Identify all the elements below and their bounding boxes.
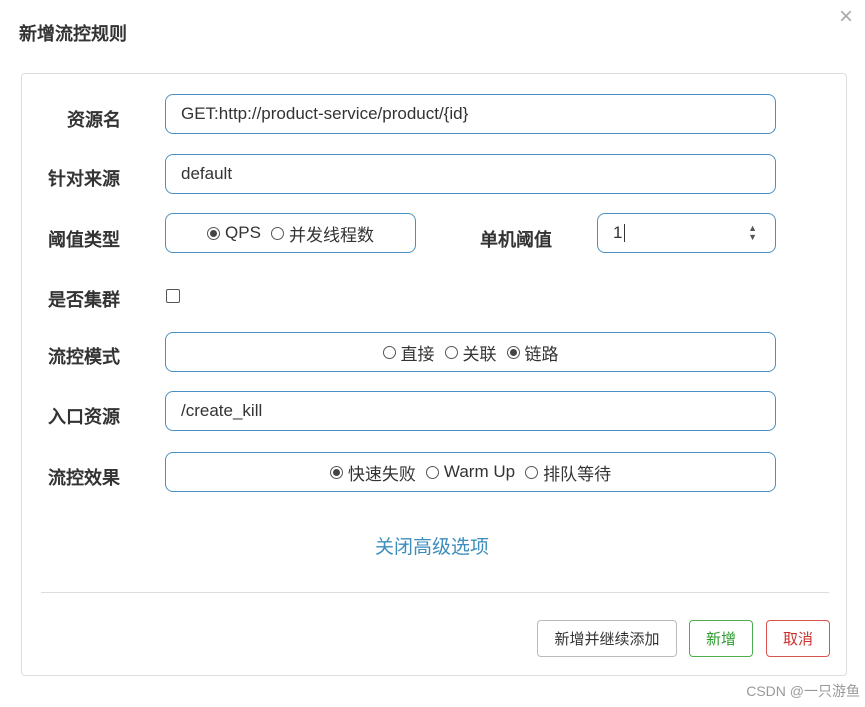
radio-direct[interactable]: 直接: [382, 340, 435, 365]
footer-divider: [41, 592, 829, 593]
radio-chain-indicator[interactable]: [506, 345, 520, 359]
resource-name-value: GET:http://product-service/product/{id}: [181, 104, 469, 123]
close-icon[interactable]: ×: [839, 5, 853, 29]
radio-direct-label: 直接: [400, 344, 435, 364]
radio-concurrency-indicator[interactable]: [270, 226, 284, 240]
resource-name-label: 资源名: [67, 110, 121, 130]
threshold-type-label: 阈值类型: [48, 230, 120, 250]
radio-concurrency[interactable]: 并发线程数: [270, 221, 374, 246]
resource-name-input[interactable]: GET:http://product-service/product/{id}: [165, 94, 776, 134]
entry-resource-value: /create_kill: [181, 401, 263, 420]
radio-qps-indicator[interactable]: [207, 226, 221, 240]
single-threshold-label: 单机阈值: [480, 230, 552, 250]
control-effect-label: 流控效果: [48, 468, 120, 488]
text-caret: [624, 224, 626, 242]
control-effect-group: 快速失败 Warm Up 排队等待: [165, 452, 776, 492]
radio-chain-label: 链路: [524, 344, 559, 364]
radio-fast-fail[interactable]: 快速失败: [329, 460, 416, 485]
entry-resource-input[interactable]: /create_kill: [165, 391, 776, 431]
radio-qps-label: QPS: [225, 223, 261, 242]
limit-app-input[interactable]: default: [165, 154, 776, 194]
radio-relate[interactable]: 关联: [444, 340, 497, 365]
flow-rule-dialog: 新增流控规则 × 资源名 GET:http://product-service/…: [0, 0, 865, 707]
radio-warm-up-indicator[interactable]: [425, 465, 439, 479]
spinner-down-icon[interactable]: ▼: [748, 233, 757, 242]
limit-app-value: default: [181, 164, 233, 183]
radio-fast-fail-indicator[interactable]: [329, 465, 343, 479]
add-button[interactable]: 新增: [689, 620, 753, 657]
close-advanced-options-link[interactable]: 关闭高级选项: [375, 532, 489, 559]
number-spinner-icon[interactable]: ▲ ▼: [748, 224, 757, 242]
single-threshold-value: 1: [613, 223, 623, 242]
radio-warm-up-label: Warm Up: [443, 462, 516, 481]
radio-fast-fail-label: 快速失败: [347, 464, 416, 484]
cancel-button[interactable]: 取消: [766, 620, 830, 657]
radio-concurrency-label: 并发线程数: [288, 225, 374, 245]
radio-qps[interactable]: QPS: [207, 223, 261, 243]
single-threshold-input[interactable]: 1 ▲ ▼: [597, 213, 776, 253]
control-mode-label: 流控模式: [48, 347, 120, 367]
radio-chain[interactable]: 链路: [506, 340, 559, 365]
radio-queue-indicator[interactable]: [525, 465, 539, 479]
radio-queue-label: 排队等待: [543, 464, 612, 484]
limit-app-label: 针对来源: [48, 169, 120, 189]
radio-warm-up[interactable]: Warm Up: [425, 462, 516, 482]
radio-queue[interactable]: 排队等待: [525, 460, 611, 485]
entry-resource-label: 入口资源: [48, 407, 120, 427]
add-and-continue-button[interactable]: 新增并继续添加: [537, 620, 677, 657]
cluster-mode-checkbox[interactable]: [166, 289, 180, 303]
dialog-header: 新增流控规则 ×: [0, 0, 865, 68]
radio-relate-indicator[interactable]: [444, 345, 458, 359]
radio-direct-indicator[interactable]: [382, 345, 396, 359]
control-mode-group: 直接 关联 链路: [165, 332, 776, 372]
threshold-type-group: QPS 并发线程数: [165, 213, 416, 253]
cluster-mode-label: 是否集群: [48, 290, 120, 310]
radio-relate-label: 关联: [462, 344, 497, 364]
dialog-title: 新增流控规则: [19, 24, 127, 44]
watermark: CSDN @一只游鱼: [746, 683, 860, 699]
